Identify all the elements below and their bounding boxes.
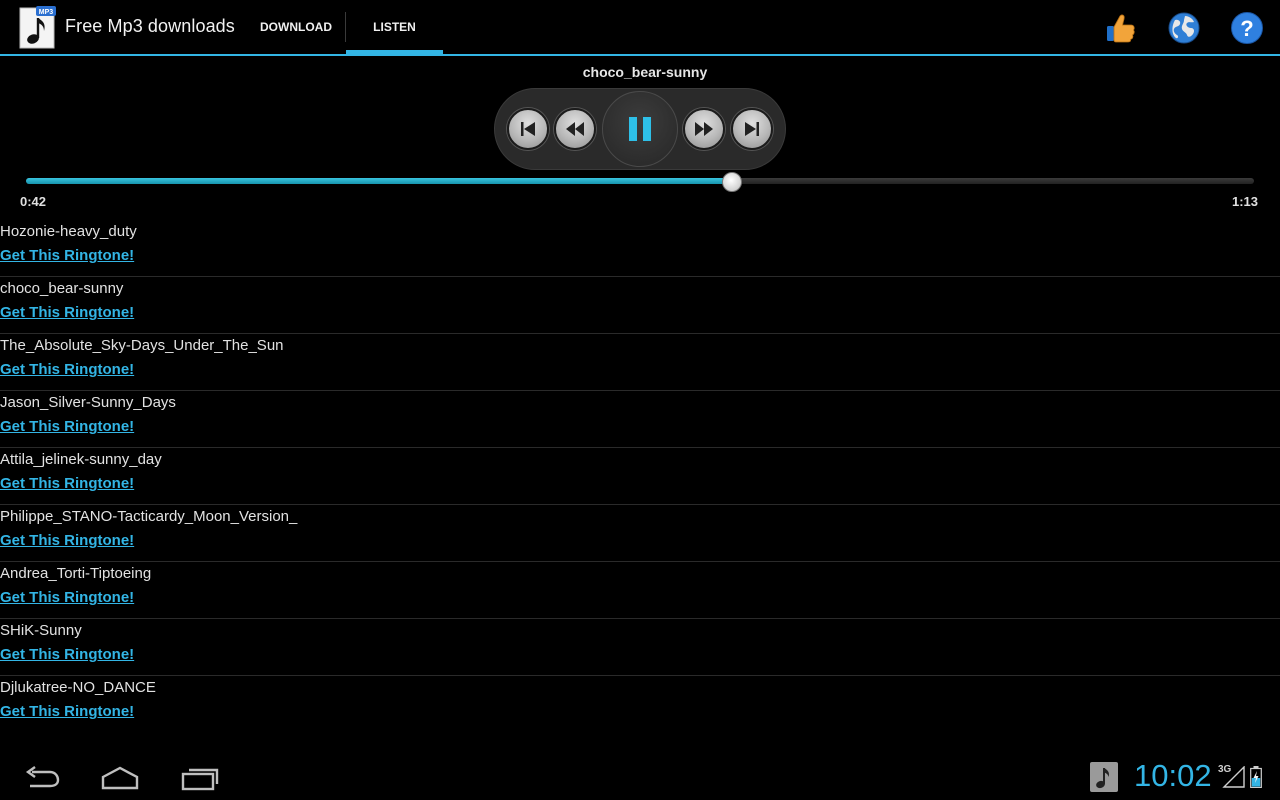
- rewind-button[interactable]: [554, 108, 596, 150]
- list-item[interactable]: SHiK-Sunny Get This Ringtone!: [0, 619, 1280, 676]
- tab-download[interactable]: DOWNLOAD: [247, 0, 345, 54]
- previous-track-button[interactable]: [507, 108, 549, 150]
- list-item[interactable]: Djlukatree-NO_DANCE Get This Ringtone!: [0, 676, 1280, 733]
- ringtone-name: Jason_Silver-Sunny_Days: [0, 394, 176, 411]
- svg-text:?: ?: [1240, 16, 1253, 41]
- app-icon-badge: MP3: [39, 9, 54, 16]
- app-title: Free Mp3 downloads: [65, 16, 235, 36]
- get-ringtone-link[interactable]: Get This Ringtone!: [0, 475, 134, 492]
- seek-bar[interactable]: [26, 172, 1254, 192]
- get-ringtone-link[interactable]: Get This Ringtone!: [0, 532, 134, 549]
- get-ringtone-link[interactable]: Get This Ringtone!: [0, 304, 134, 321]
- ringtone-name: Philippe_STANO-Tacticardy_Moon_Version_: [0, 508, 298, 525]
- ringtone-name: choco_bear-sunny: [0, 280, 124, 297]
- recent-apps-icon[interactable]: [179, 764, 223, 792]
- list-item[interactable]: Andrea_Torti-Tiptoeing Get This Ringtone…: [0, 562, 1280, 619]
- list-item[interactable]: Philippe_STANO-Tacticardy_Moon_Version_ …: [0, 505, 1280, 562]
- ringtone-name: Hozonie-heavy_duty: [0, 223, 137, 240]
- tab-listen[interactable]: LISTEN: [346, 0, 443, 55]
- signal-strength-icon: [1222, 766, 1245, 788]
- skip-next-icon: [745, 122, 759, 136]
- battery-charging-icon: [1250, 766, 1262, 788]
- ringtone-name: SHiK-Sunny: [0, 622, 82, 639]
- ringtone-name: Andrea_Torti-Tiptoeing: [0, 565, 152, 582]
- get-ringtone-link[interactable]: Get This Ringtone!: [0, 247, 134, 264]
- now-playing-title: choco_bear-sunny: [582, 64, 708, 80]
- get-ringtone-link[interactable]: Get This Ringtone!: [0, 418, 134, 435]
- home-icon[interactable]: [98, 764, 142, 792]
- pause-button[interactable]: [602, 91, 678, 167]
- ringtone-list: Hozonie-heavy_duty Get This Ringtone! ch…: [0, 220, 1280, 733]
- pause-icon: [629, 117, 651, 141]
- seek-thumb[interactable]: [722, 172, 743, 192]
- skip-previous-icon: [521, 122, 535, 136]
- get-ringtone-link[interactable]: Get This Ringtone!: [0, 361, 134, 378]
- ringtone-name: The_Absolute_Sky-Days_Under_The_Sun: [0, 337, 284, 354]
- fast-forward-icon: [695, 122, 713, 136]
- music-notification-icon[interactable]: [1090, 762, 1118, 792]
- get-ringtone-link[interactable]: Get This Ringtone!: [0, 646, 134, 663]
- list-item[interactable]: Attila_jelinek-sunny_day Get This Ringto…: [0, 448, 1280, 505]
- list-item[interactable]: Jason_Silver-Sunny_Days Get This Rington…: [0, 391, 1280, 448]
- list-item[interactable]: The_Absolute_Sky-Days_Under_The_Sun Get …: [0, 334, 1280, 391]
- get-ringtone-link[interactable]: Get This Ringtone!: [0, 703, 134, 720]
- next-track-button[interactable]: [731, 108, 773, 150]
- fast-forward-button[interactable]: [683, 108, 725, 150]
- status-clock: 10:02: [1134, 758, 1212, 793]
- ringtone-name: Attila_jelinek-sunny_day: [0, 451, 162, 468]
- mp3-music-note-icon[interactable]: MP3: [18, 6, 56, 50]
- help-icon[interactable]: ?: [1230, 11, 1264, 45]
- system-navigation-bar: 10:02 3G: [0, 752, 1280, 800]
- thumbs-up-icon[interactable]: [1103, 11, 1137, 45]
- rewind-icon: [566, 122, 584, 136]
- action-bar: MP3 Free Mp3 downloads DOWNLOAD LISTEN ?: [0, 0, 1280, 56]
- ringtone-name: Djlukatree-NO_DANCE: [0, 679, 156, 696]
- back-icon[interactable]: [20, 764, 64, 792]
- total-time: 1:13: [1232, 194, 1259, 209]
- seek-progress: [26, 178, 733, 184]
- get-ringtone-link[interactable]: Get This Ringtone!: [0, 589, 134, 606]
- current-time: 0:42: [20, 194, 47, 209]
- globe-icon[interactable]: [1167, 11, 1201, 45]
- list-item[interactable]: choco_bear-sunny Get This Ringtone!: [0, 277, 1280, 334]
- list-item[interactable]: Hozonie-heavy_duty Get This Ringtone!: [0, 220, 1280, 277]
